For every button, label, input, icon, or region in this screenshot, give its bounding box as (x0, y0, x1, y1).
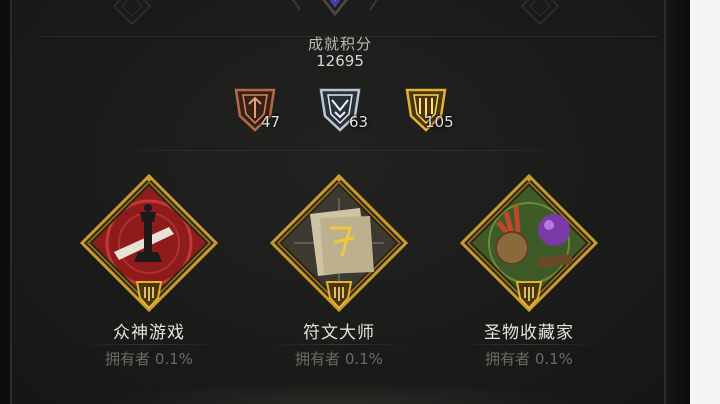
bronze-tier-count: 47 (261, 113, 281, 131)
achievements-screen: 成就积分 12695 47 63 105 众神游戏 拥有者 0.1% 符文大师 … (0, 0, 720, 404)
gold-tier-count: 105 (425, 113, 454, 131)
header-ornament-left-icon (112, 0, 152, 26)
achievement-name: 符文大师 (303, 323, 375, 343)
achievement-card-gods-game[interactable]: 众神游戏 拥有者 0.1% (74, 172, 224, 382)
tier-divider (98, 150, 582, 151)
achievement-owner-rate: 拥有者 0.1% (295, 350, 383, 368)
achievement-card-relic-collector[interactable]: 圣物收藏家 拥有者 0.1% (454, 172, 604, 382)
achievement-divider (269, 344, 409, 345)
achievement-score-title: 成就积分 (307, 35, 372, 53)
achievement-card-rune-master[interactable]: 符文大师 拥有者 0.1% (264, 172, 414, 382)
right-margin (690, 0, 720, 404)
right-border (668, 0, 690, 404)
gold-tier-badge-icon (135, 281, 163, 310)
achievement-name: 圣物收藏家 (484, 323, 574, 343)
achievement-divider (79, 344, 219, 345)
achievement-divider (459, 344, 599, 345)
gold-tier-badge-icon (325, 281, 353, 310)
achievement-panel: 成就积分 12695 47 63 105 众神游戏 拥有者 0.1% 符文大师 … (10, 0, 666, 404)
score-emblem-icon (292, 0, 378, 17)
achievement-name: 众神游戏 (113, 323, 185, 343)
achievement-score-value: 12695 (316, 52, 364, 70)
header-ornament-right-icon (520, 0, 560, 26)
silver-tier-count: 63 (349, 113, 369, 131)
achievement-owner-rate: 拥有者 0.1% (485, 350, 573, 368)
achievement-owner-rate: 拥有者 0.1% (105, 350, 193, 368)
gold-tier-badge-icon (515, 281, 543, 310)
bottom-glow (102, 380, 578, 404)
